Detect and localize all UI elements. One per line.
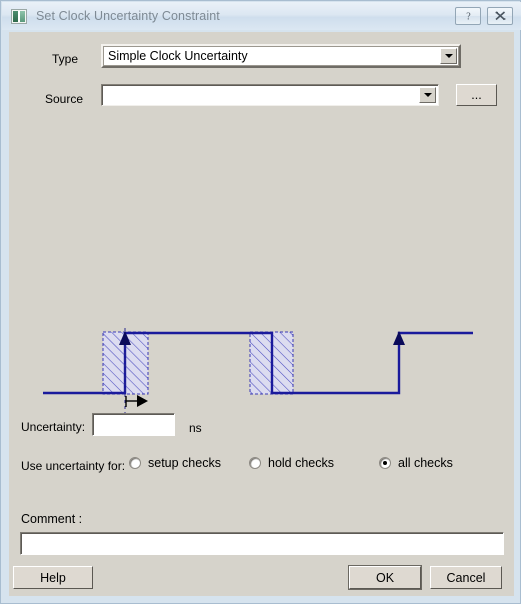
radio-all-checks-label: all checks bbox=[398, 456, 453, 470]
dialog-body: Type Simple Clock Uncertainty Source ... bbox=[9, 32, 514, 562]
dialog-window: Set Clock Uncertainty Constraint ? Type … bbox=[0, 0, 521, 604]
comment-label: Comment : bbox=[21, 512, 83, 526]
dialog-footer: Help OK Cancel bbox=[9, 562, 514, 596]
close-icon-button[interactable] bbox=[487, 7, 513, 25]
svg-text:?: ? bbox=[466, 12, 471, 23]
uncertainty-input[interactable] bbox=[92, 413, 175, 436]
radio-setup-checks[interactable]: setup checks bbox=[129, 456, 221, 470]
radio-hold-checks-indicator[interactable] bbox=[249, 457, 261, 469]
clock-waveform-diagram bbox=[43, 328, 473, 413]
cancel-button[interactable]: Cancel bbox=[430, 566, 502, 589]
use-uncertainty-for-label: Use uncertainty for: bbox=[21, 459, 126, 473]
title-bar: Set Clock Uncertainty Constraint ? bbox=[2, 2, 521, 30]
close-icon bbox=[494, 11, 505, 21]
radio-all-checks-indicator[interactable] bbox=[379, 457, 391, 469]
radio-setup-checks-label: setup checks bbox=[148, 456, 221, 470]
help-button[interactable]: Help bbox=[13, 566, 93, 589]
title-bar-buttons: ? bbox=[455, 7, 513, 25]
help-icon-button[interactable]: ? bbox=[455, 7, 481, 25]
radio-hold-checks-label: hold checks bbox=[268, 456, 335, 470]
comment-input[interactable] bbox=[20, 532, 504, 555]
uncertainty-dimension-arrowhead bbox=[137, 395, 148, 407]
radio-all-checks[interactable]: all checks bbox=[379, 456, 453, 470]
ok-button[interactable]: OK bbox=[349, 566, 421, 589]
uncertainty-label: Uncertainty: bbox=[21, 420, 86, 434]
window-title: Set Clock Uncertainty Constraint bbox=[36, 9, 220, 23]
app-window-icon bbox=[11, 8, 27, 24]
uncertainty-unit-label: ns bbox=[189, 421, 202, 435]
radio-hold-checks[interactable]: hold checks bbox=[249, 456, 334, 470]
question-mark-icon: ? bbox=[466, 12, 471, 23]
radio-setup-checks-indicator[interactable] bbox=[129, 457, 141, 469]
